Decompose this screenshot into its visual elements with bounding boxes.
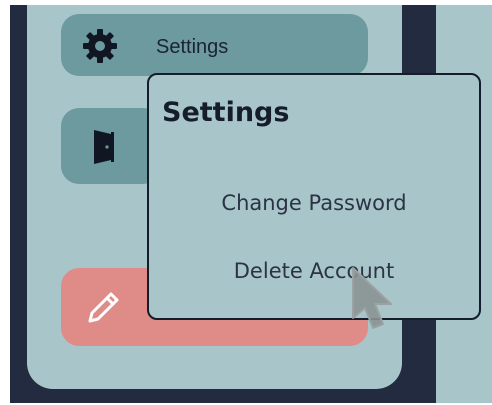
door-button[interactable] [61, 108, 161, 184]
settings-button-label: Settings [156, 36, 229, 58]
pencil-icon [88, 292, 119, 323]
mouse-cursor-icon [352, 267, 392, 329]
popover-title: Settings [162, 97, 290, 128]
change-password-option[interactable]: Change Password [149, 191, 479, 215]
door-icon [94, 130, 114, 164]
delete-account-option[interactable]: Delete Account [149, 259, 479, 283]
gear-icon [83, 29, 117, 63]
settings-popover: Settings Change Password Delete Account [147, 73, 481, 320]
settings-button[interactable]: Settings [61, 14, 368, 76]
